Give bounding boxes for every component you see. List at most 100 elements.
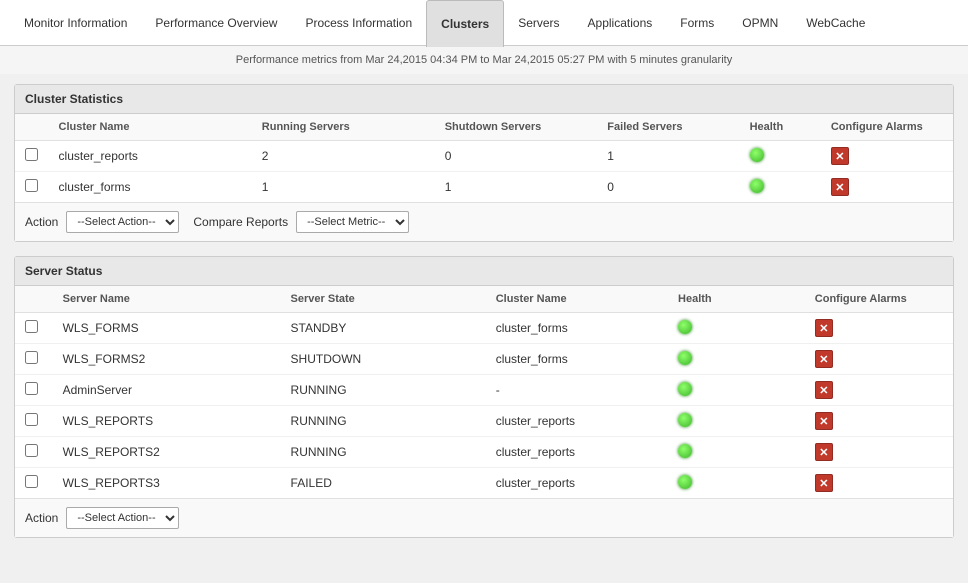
configure-alarms-button[interactable]: ✕	[815, 350, 833, 368]
cluster-table-header-row: Cluster Name Running Servers Shutdown Se…	[15, 114, 953, 141]
cluster-metric-select[interactable]: --Select Metric--	[296, 211, 409, 233]
health-indicator	[750, 179, 764, 193]
server-state-cell: STANDBY	[281, 313, 486, 344]
table-row: WLS_FORMS STANDBY cluster_forms ✕	[15, 313, 953, 344]
cluster-col-shutdown: Shutdown Servers	[435, 114, 598, 141]
server-status-panel: Server Status Server Name Server State C…	[14, 256, 954, 538]
configure-alarms-button[interactable]: ✕	[815, 443, 833, 461]
health-indicator	[678, 444, 692, 458]
table-row: AdminServer RUNNING - ✕	[15, 375, 953, 406]
cluster-row-checkbox-1[interactable]	[25, 179, 38, 192]
server-table-header-row: Server Name Server State Cluster Name He…	[15, 286, 953, 313]
nav-item-opmn[interactable]: OPMN	[728, 0, 792, 46]
alarms-cell: ✕	[821, 141, 953, 172]
running-servers-cell: 1	[252, 172, 435, 203]
server-row-checkbox-4[interactable]	[25, 444, 38, 457]
running-servers-cell: 2	[252, 141, 435, 172]
server-row-checkbox-3[interactable]	[25, 413, 38, 426]
subtitle-text: Performance metrics from Mar 24,2015 04:…	[236, 54, 732, 66]
cluster-row-checkbox-0[interactable]	[25, 148, 38, 161]
configure-alarms-button[interactable]: ✕	[815, 381, 833, 399]
server-row-checkbox-5[interactable]	[25, 475, 38, 488]
cluster-name-cell: -	[486, 375, 668, 406]
health-cell	[740, 172, 821, 203]
alarms-cell: ✕	[805, 344, 953, 375]
server-col-check	[15, 286, 53, 313]
cluster-name-cell: cluster_reports	[486, 437, 668, 468]
cluster-name-cell: cluster_reports	[486, 468, 668, 499]
server-action-bar: Action --Select Action--	[15, 498, 953, 537]
server-action-select[interactable]: --Select Action--	[66, 507, 179, 529]
cluster-name-cell: cluster_reports	[49, 141, 252, 172]
failed-servers-cell: 1	[597, 141, 739, 172]
table-row: cluster_forms 1 1 0 ✕	[15, 172, 953, 203]
server-row-checkbox-1[interactable]	[25, 351, 38, 364]
server-state-cell: RUNNING	[281, 406, 486, 437]
shutdown-servers-cell: 1	[435, 172, 598, 203]
cluster-action-label: Action	[25, 215, 58, 229]
server-state-cell: FAILED	[281, 468, 486, 499]
server-name-cell: WLS_REPORTS2	[53, 437, 281, 468]
server-panel-title: Server Status	[25, 264, 102, 278]
health-cell	[668, 344, 805, 375]
cluster-col-running: Running Servers	[252, 114, 435, 141]
cluster-col-alarms: Configure Alarms	[821, 114, 953, 141]
server-col-state: Server State	[281, 286, 486, 313]
server-col-alarms: Configure Alarms	[805, 286, 953, 313]
server-row-checkbox-0[interactable]	[25, 320, 38, 333]
alarms-cell: ✕	[805, 437, 953, 468]
health-cell	[668, 406, 805, 437]
nav-item-performance-overview[interactable]: Performance Overview	[141, 0, 291, 46]
alarms-cell: ✕	[805, 375, 953, 406]
health-cell	[668, 313, 805, 344]
server-name-cell: WLS_FORMS2	[53, 344, 281, 375]
nav-item-forms[interactable]: Forms	[666, 0, 728, 46]
cluster-name-cell: cluster_forms	[486, 313, 668, 344]
server-state-cell: RUNNING	[281, 375, 486, 406]
subtitle-bar: Performance metrics from Mar 24,2015 04:…	[0, 46, 968, 74]
alarms-cell: ✕	[805, 468, 953, 499]
cluster-action-bar: Action --Select Action-- Compare Reports…	[15, 202, 953, 241]
health-indicator	[678, 413, 692, 427]
nav-item-servers[interactable]: Servers	[504, 0, 573, 46]
configure-alarms-button[interactable]: ✕	[815, 474, 833, 492]
server-row-checkbox-2[interactable]	[25, 382, 38, 395]
server-name-cell: AdminServer	[53, 375, 281, 406]
cluster-statistics-panel: Cluster Statistics Cluster Name Running …	[14, 84, 954, 242]
cluster-name-cell: cluster_reports	[486, 406, 668, 437]
nav-item-monitor-information[interactable]: Monitor Information	[10, 0, 141, 46]
server-col-cluster: Cluster Name	[486, 286, 668, 313]
configure-alarms-button[interactable]: ✕	[815, 412, 833, 430]
alarms-cell: ✕	[805, 313, 953, 344]
shutdown-servers-cell: 0	[435, 141, 598, 172]
configure-alarms-button[interactable]: ✕	[815, 319, 833, 337]
cluster-action-select[interactable]: --Select Action--	[66, 211, 179, 233]
table-row: WLS_FORMS2 SHUTDOWN cluster_forms ✕	[15, 344, 953, 375]
nav-item-process-information[interactable]: Process Information	[291, 0, 426, 46]
table-row: WLS_REPORTS RUNNING cluster_reports ✕	[15, 406, 953, 437]
health-indicator	[678, 320, 692, 334]
table-row: WLS_REPORTS3 FAILED cluster_reports ✕	[15, 468, 953, 499]
configure-alarms-button[interactable]: ✕	[831, 178, 849, 196]
health-indicator	[678, 382, 692, 396]
failed-servers-cell: 0	[597, 172, 739, 203]
configure-alarms-button[interactable]: ✕	[831, 147, 849, 165]
server-name-cell: WLS_REPORTS3	[53, 468, 281, 499]
server-col-name: Server Name	[53, 286, 281, 313]
server-panel-header: Server Status	[15, 257, 953, 286]
health-cell	[740, 141, 821, 172]
nav-item-applications[interactable]: Applications	[574, 0, 667, 46]
alarms-cell: ✕	[821, 172, 953, 203]
cluster-panel-header: Cluster Statistics	[15, 85, 953, 114]
server-action-label: Action	[25, 511, 58, 525]
server-table: Server Name Server State Cluster Name He…	[15, 286, 953, 498]
cluster-compare-label: Compare Reports	[193, 215, 288, 229]
cluster-col-check	[15, 114, 49, 141]
health-cell	[668, 375, 805, 406]
nav-item-webcache[interactable]: WebCache	[792, 0, 879, 46]
table-row: cluster_reports 2 0 1 ✕	[15, 141, 953, 172]
cluster-col-health: Health	[740, 114, 821, 141]
health-indicator	[678, 351, 692, 365]
nav-item-clusters[interactable]: Clusters	[426, 0, 504, 47]
cluster-panel-title: Cluster Statistics	[25, 92, 123, 106]
